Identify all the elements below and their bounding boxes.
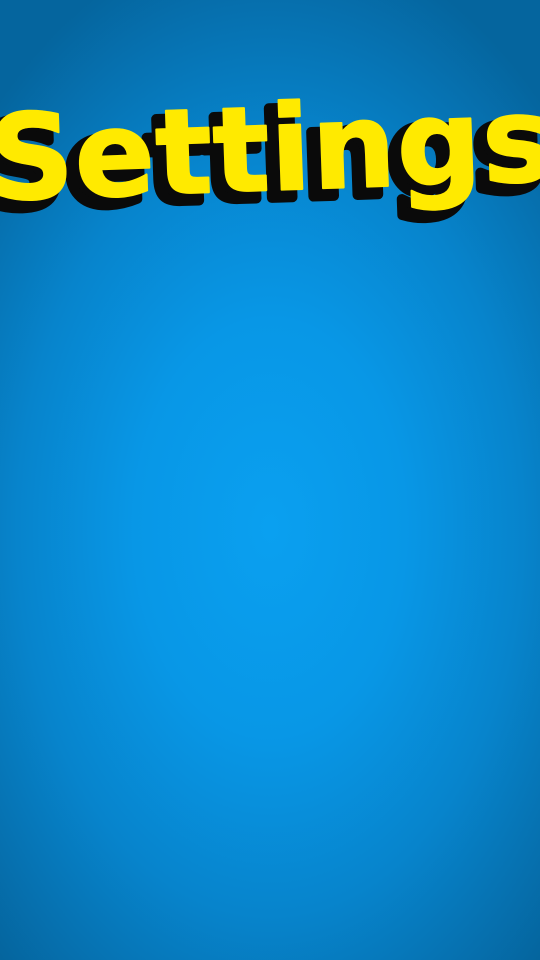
settings-screen: Settings Settings xyxy=(0,0,540,960)
page-title: Settings xyxy=(0,78,540,228)
title-banner: Settings Settings xyxy=(0,78,540,248)
settings-title-graphic: Settings Settings xyxy=(0,78,540,241)
